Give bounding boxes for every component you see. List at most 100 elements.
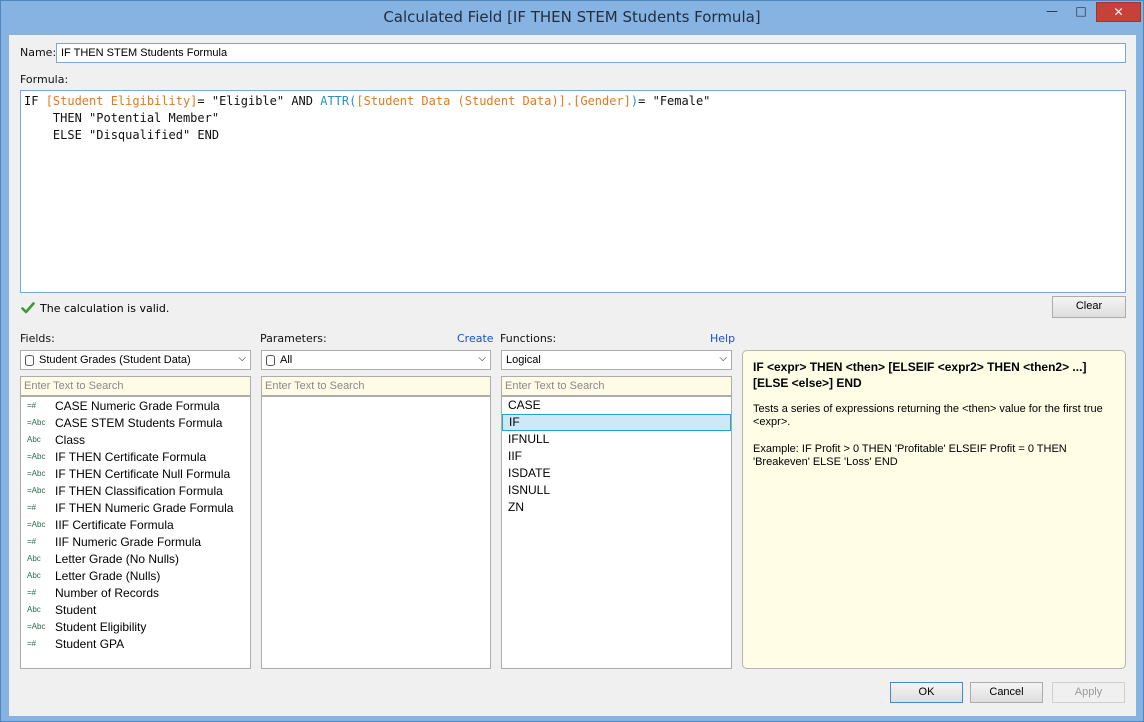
functions-category-value: Logical <box>506 354 541 366</box>
field-name: CASE Numeric Grade Formula <box>55 398 220 413</box>
list-item[interactable]: =Abc IF THEN Classification Formula <box>21 482 250 499</box>
list-item[interactable]: =# CASE Numeric Grade Formula <box>21 397 250 414</box>
function-item[interactable]: IF <box>502 414 731 431</box>
string-type-icon: =Abc <box>27 418 46 427</box>
chevron-down-icon: ⌵ <box>478 353 486 364</box>
parameters-filter-select[interactable]: All ⌵ <box>261 350 491 370</box>
close-icon[interactable]: ✕ <box>1096 2 1141 22</box>
help-link[interactable]: Help <box>710 332 735 345</box>
fields-search-input[interactable]: Enter Text to Search <box>20 376 251 396</box>
function-item[interactable]: IFNULL <box>502 431 731 448</box>
function-item[interactable]: IIF <box>502 448 731 465</box>
window-title: Calculated Field [IF THEN STEM Students … <box>383 8 761 26</box>
list-item[interactable]: =# Number of Records <box>21 584 250 601</box>
string-type-icon: =Abc <box>27 622 46 631</box>
apply-button[interactable]: Apply <box>1052 682 1125 703</box>
string-type-icon: =Abc <box>27 486 46 495</box>
fields-label: Fields: <box>20 332 55 345</box>
function-item[interactable]: ISDATE <box>502 465 731 482</box>
parameters-label: Parameters: <box>260 332 327 345</box>
fields-source-select[interactable]: Student Grades (Student Data) ⌵ <box>20 350 251 370</box>
parameters-search-input[interactable]: Enter Text to Search <box>261 376 491 396</box>
function-item[interactable]: ZN <box>502 499 731 516</box>
string-type-icon: Abc <box>27 571 41 580</box>
list-item[interactable]: =# IF THEN Numeric Grade Formula <box>21 499 250 516</box>
fields-source-value: Student Grades (Student Data) <box>39 354 191 366</box>
clear-button[interactable]: Clear <box>1052 296 1126 318</box>
field-name: Letter Grade (No Nulls) <box>55 551 180 566</box>
maximize-icon[interactable]: □ <box>1071 2 1091 22</box>
list-item[interactable]: =Abc IF THEN Certificate Formula <box>21 448 250 465</box>
field-name: Student <box>55 602 97 617</box>
chevron-down-icon: ⌵ <box>719 353 727 364</box>
name-input[interactable]: IF THEN STEM Students Formula <box>56 43 1126 63</box>
list-item[interactable]: Abc Letter Grade (No Nulls) <box>21 550 250 567</box>
formula-editor[interactable]: IF [Student Eligibility]= "Eligible" AND… <box>20 90 1126 293</box>
dialog-body: Name: IF THEN STEM Students Formula Form… <box>9 35 1136 716</box>
list-item[interactable]: Abc Letter Grade (Nulls) <box>21 567 250 584</box>
create-parameter-link[interactable]: Create <box>457 332 494 345</box>
list-item[interactable]: Abc Class <box>21 431 250 448</box>
parameters-filter-value: All <box>280 354 293 366</box>
cancel-button[interactable]: Cancel <box>970 682 1043 703</box>
string-type-icon: =Abc <box>27 469 46 478</box>
functions-label: Functions: <box>500 332 557 345</box>
string-type-icon: Abc <box>27 554 41 563</box>
number-type-icon: =# <box>27 401 37 410</box>
functions-list[interactable]: CASE IF IFNULL IIF ISDATE ISNULL ZN <box>501 396 732 669</box>
name-label: Name: <box>20 46 57 59</box>
formula-text-eq1: = "Eligible" AND <box>197 94 321 108</box>
string-type-icon: =Abc <box>27 452 46 461</box>
function-help-panel: IF <expr> THEN <then> [ELSEIF <expr2> TH… <box>742 350 1126 669</box>
formula-label: Formula: <box>20 73 69 86</box>
list-item[interactable]: =Abc CASE STEM Students Formula <box>21 414 250 431</box>
string-type-icon: =Abc <box>27 520 46 529</box>
functions-search-input[interactable]: Enter Text to Search <box>501 376 732 396</box>
number-type-icon: =# <box>27 503 37 512</box>
formula-function-attr: ATTR <box>320 94 350 108</box>
number-type-icon: =# <box>27 537 37 546</box>
number-type-icon: =# <box>27 639 37 648</box>
formula-line-else: ELSE "Disqualified" END <box>24 128 220 142</box>
number-type-icon: =# <box>27 588 37 597</box>
help-example: Example: IF Profit > 0 THEN 'Profitable'… <box>753 443 1067 468</box>
field-name: IF THEN Certificate Formula <box>55 449 207 464</box>
calculated-field-dialog: Calculated Field [IF THEN STEM Students … <box>0 0 1144 722</box>
field-name: Class <box>55 432 86 447</box>
field-name: Student GPA <box>55 636 125 651</box>
field-name: IIF Numeric Grade Formula <box>55 534 202 549</box>
database-icon <box>266 354 275 366</box>
field-name: Student Eligibility <box>55 619 147 634</box>
formula-line-then: THEN "Potential Member" <box>24 111 220 125</box>
formula-field-gender: [Student Data (Student Data)].[Gender] <box>356 94 631 108</box>
minimize-icon[interactable]: — <box>1042 2 1062 22</box>
checkmark-icon <box>21 302 35 314</box>
function-item[interactable]: CASE <box>502 397 731 414</box>
string-type-icon: Abc <box>27 435 41 444</box>
functions-category-select[interactable]: Logical ⌵ <box>501 350 732 370</box>
chevron-down-icon: ⌵ <box>238 353 246 364</box>
list-item[interactable]: =Abc IF THEN Certificate Null Formula <box>21 465 250 482</box>
string-type-icon: Abc <box>27 605 41 614</box>
formula-text-eq2: = "Female" <box>638 94 711 108</box>
field-name: IF THEN Certificate Null Formula <box>55 466 231 481</box>
list-item[interactable]: =Abc IIF Certificate Formula <box>21 516 250 533</box>
list-item[interactable]: =# IIF Numeric Grade Formula <box>21 533 250 550</box>
field-name: Number of Records <box>55 585 160 600</box>
title-bar[interactable]: Calculated Field [IF THEN STEM Students … <box>1 1 1143 35</box>
help-title: IF <expr> THEN <then> [ELSEIF <expr2> TH… <box>753 360 1087 390</box>
functions-list-items: CASE IF IFNULL IIF ISDATE ISNULL ZN <box>502 397 731 516</box>
ok-button[interactable]: OK <box>890 682 963 703</box>
function-item[interactable]: ISNULL <box>502 482 731 499</box>
fields-list[interactable]: =# CASE Numeric Grade Formula =Abc CASE STE… <box>20 396 251 669</box>
list-item[interactable]: Abc Student <box>21 601 250 618</box>
fields-list-items: =# CASE Numeric Grade Formula =Abc CASE STE… <box>21 397 250 652</box>
list-item[interactable]: =# Student GPA <box>21 635 250 652</box>
field-name: CASE STEM Students Formula <box>55 415 223 430</box>
formula-keyword-if: IF <box>24 94 46 108</box>
field-name: IF THEN Classification Formula <box>55 483 223 498</box>
formula-field-eligibility: [Student Eligibility] <box>45 94 198 108</box>
list-item[interactable]: =Abc Student Eligibility <box>21 618 250 635</box>
parameters-list[interactable] <box>261 396 491 669</box>
field-name: IF THEN Numeric Grade Formula <box>55 500 234 515</box>
